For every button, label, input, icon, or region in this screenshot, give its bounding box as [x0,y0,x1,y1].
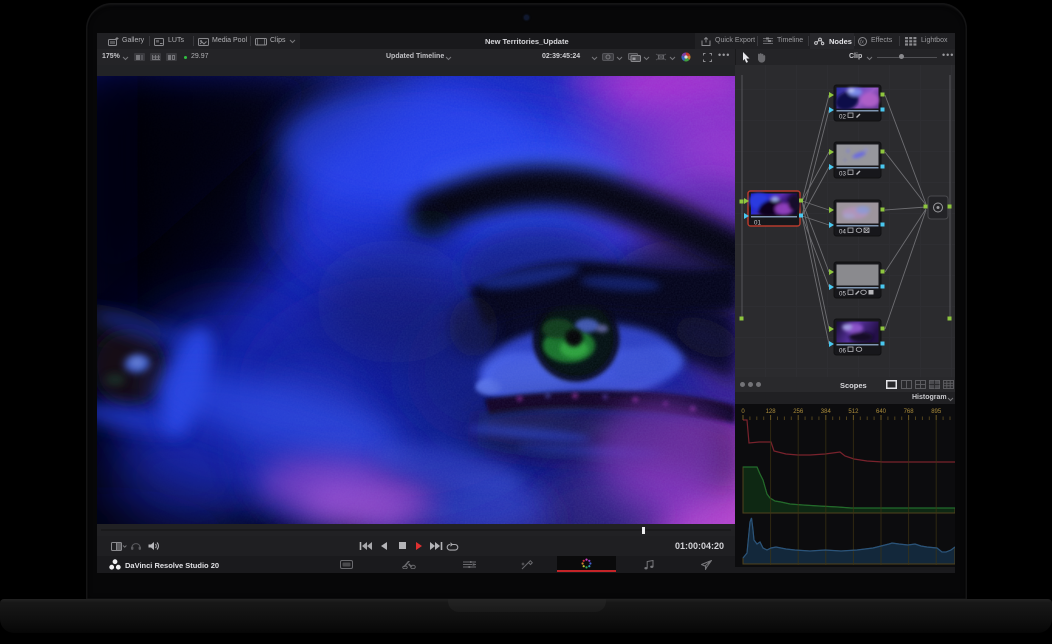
svg-text:0: 0 [741,409,745,415]
svg-text:640: 640 [876,409,887,415]
svg-text:128: 128 [766,409,777,415]
svg-text:02: 02 [839,114,846,121]
svg-text:384: 384 [821,409,832,415]
svg-text:04: 04 [839,229,846,236]
svg-text:03: 03 [839,171,846,178]
svg-text:01: 01 [754,220,761,227]
svg-text:256: 256 [793,409,804,415]
svg-text:05: 05 [839,291,846,298]
svg-text:06: 06 [839,348,846,355]
svg-text:512: 512 [848,409,859,415]
svg-text:895: 895 [931,409,942,415]
svg-text:fx: fx [860,39,864,45]
svg-text:768: 768 [904,409,915,415]
